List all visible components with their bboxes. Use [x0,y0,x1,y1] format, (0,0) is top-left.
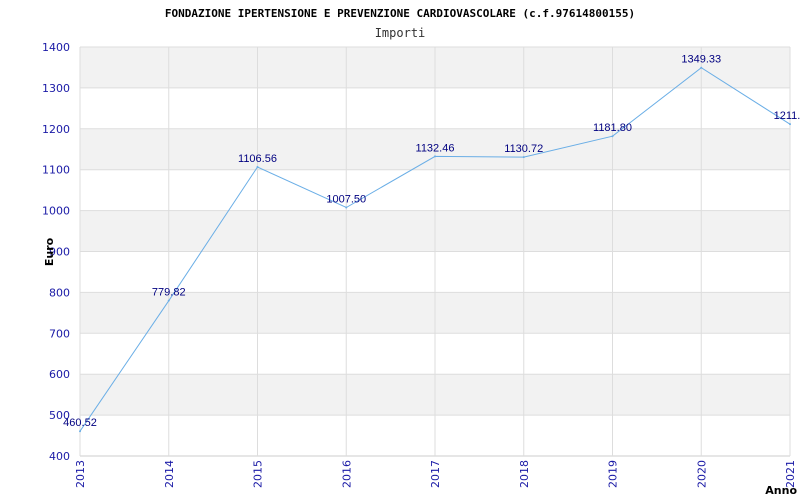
data-label: 1211.3 [774,110,800,122]
data-point [167,299,170,302]
x-tick-label: 2019 [607,460,620,488]
y-tick-label: 700 [49,327,70,340]
y-tick-label: 600 [49,368,70,381]
data-label: 1349.33 [681,54,721,66]
data-point [434,155,436,158]
chart-title: FONDAZIONE IPERTENSIONE E PREVENZIONE CA… [165,7,635,20]
data-label: 460.52 [63,417,97,429]
data-point [345,206,348,209]
y-tick-label: 400 [49,450,70,463]
x-tick-label: 2017 [429,460,442,488]
y-tick-label: 1200 [42,123,70,136]
x-tick-label: 2014 [163,460,176,488]
x-tick-label: 2013 [74,460,87,488]
y-tick-label: 800 [49,286,70,299]
data-label: 1130.72 [504,143,543,155]
y-tick-label: 1000 [42,205,70,218]
data-point [789,123,791,126]
x-tick-label: 2016 [340,460,353,488]
data-label: 779.82 [152,287,186,299]
data-label: 1132.46 [416,142,455,154]
x-axis-ticks: 2013 2014 2015 2016 2017 2018 2019 2020 2021 [74,460,797,488]
line-chart: FONDAZIONE IPERTENSIONE E PREVENZIONE CA… [42,7,800,497]
data-point [256,166,259,169]
data-point [79,430,81,433]
y-tick-label: 1400 [42,41,70,54]
data-point [611,135,614,138]
y-tick-label: 1300 [42,82,70,95]
data-point [700,66,703,69]
data-label: 1181.80 [593,122,632,134]
y-axis-label: Euro [43,237,56,266]
x-axis-label: Anno [765,484,797,497]
data-label: 1007.50 [326,194,366,206]
data-point [522,156,525,159]
x-tick-label: 2018 [518,460,531,488]
x-tick-label: 2020 [695,460,708,488]
y-tick-label: 1100 [42,164,70,177]
data-label: 1106.56 [238,153,277,165]
chart-subtitle: Importi [375,26,426,40]
x-tick-label: 2015 [252,460,265,488]
